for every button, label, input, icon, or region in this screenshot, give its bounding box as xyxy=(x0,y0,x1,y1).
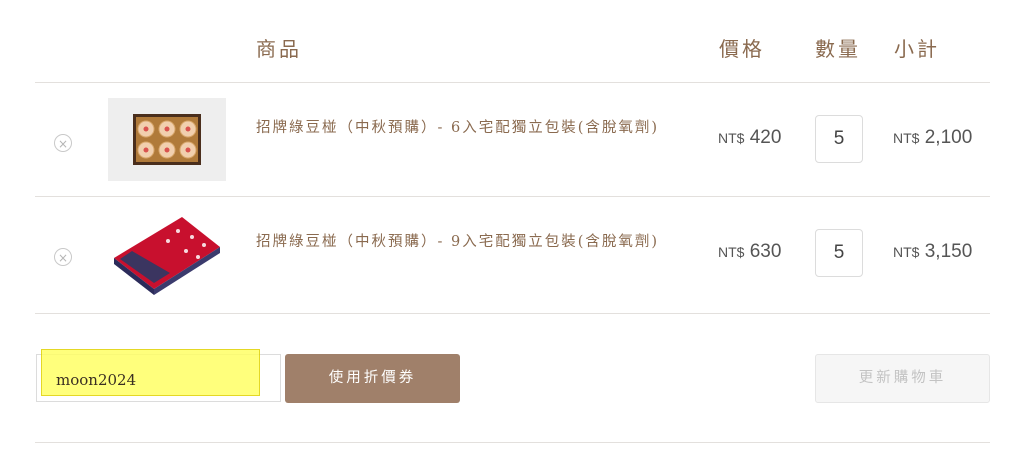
apply-coupon-button[interactable]: 使用折價券 xyxy=(285,354,460,403)
header-price: 價格 xyxy=(719,37,765,61)
remove-item-button[interactable]: × xyxy=(54,134,72,152)
subtotal-value: 2,100 xyxy=(924,127,973,148)
product-name[interactable]: 招牌綠豆椪（中秋預購）- 9入宅配獨立包裝(含脫氧劑) xyxy=(256,231,676,253)
mooncake-9-box-image xyxy=(108,213,226,296)
divider xyxy=(35,442,990,443)
currency: NT$ xyxy=(893,244,920,260)
line-subtotal: NT$ 2,100 xyxy=(893,127,972,149)
subtotal-value: 3,150 xyxy=(924,241,973,262)
cart-table-header: 商品 價格 數量 小計 xyxy=(0,0,1024,82)
cart-row: × 招牌綠豆椪（中秋預購）- 6入宅配獨立包裝(含脫氧劑) NT$ 420 5 … xyxy=(0,83,1024,197)
remove-item-button[interactable]: × xyxy=(54,248,72,266)
product-name[interactable]: 招牌綠豆椪（中秋預購）- 6入宅配獨立包裝(含脫氧劑) xyxy=(256,117,676,139)
unit-price: NT$ 420 xyxy=(718,127,781,149)
header-product: 商品 xyxy=(256,37,302,61)
divider xyxy=(35,313,990,314)
unit-price: NT$ 630 xyxy=(718,241,781,263)
line-subtotal: NT$ 3,150 xyxy=(893,241,972,263)
currency: NT$ xyxy=(718,244,745,260)
currency: NT$ xyxy=(718,130,745,146)
header-subtotal: 小計 xyxy=(894,37,940,61)
coupon-code-value: moon2024 xyxy=(56,371,137,389)
quantity-input[interactable]: 5 xyxy=(815,115,863,163)
update-cart-button[interactable]: 更新購物車 xyxy=(815,354,990,403)
mooncake-6-box-image xyxy=(108,98,226,181)
price-value: 630 xyxy=(749,241,782,262)
header-quantity: 數量 xyxy=(815,37,861,61)
currency: NT$ xyxy=(893,130,920,146)
quantity-input[interactable]: 5 xyxy=(815,229,863,277)
price-value: 420 xyxy=(749,127,782,148)
cart-row: × 招牌綠豆椪（中秋預購）- 9入宅配獨立包裝(含脫氧劑) NT$ 630 5 … xyxy=(0,197,1024,311)
